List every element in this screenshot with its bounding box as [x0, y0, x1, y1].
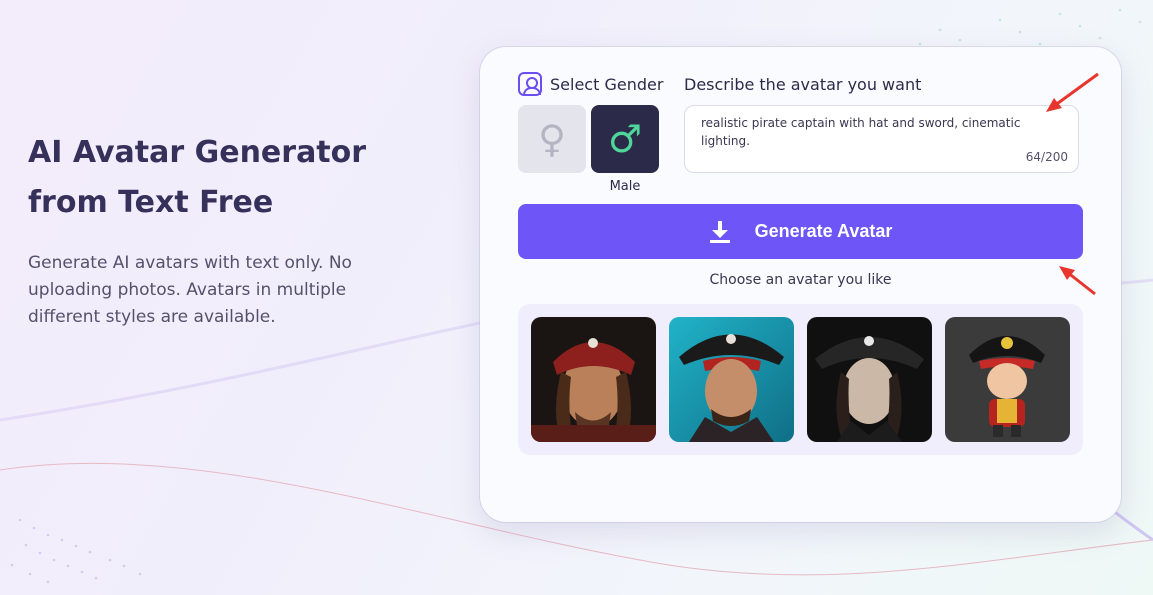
avatar-gallery	[518, 304, 1083, 455]
annotation-arrow-prompt	[1046, 72, 1099, 112]
avatar-option-1[interactable]	[531, 317, 656, 442]
hero-section: AI Avatar Generator from Text Free Gener…	[28, 128, 428, 331]
gender-header: Select Gender	[518, 72, 663, 96]
download-icon	[709, 220, 731, 244]
char-counter: 64/200	[1025, 150, 1068, 164]
avatar-image	[669, 317, 794, 442]
generate-avatar-button[interactable]: Generate Avatar	[518, 204, 1083, 259]
selected-gender-label: Male	[609, 179, 641, 194]
prompt-textarea[interactable]: realistic pirate captain with hat and sw…	[684, 105, 1079, 173]
avatar-option-4[interactable]	[945, 317, 1070, 442]
user-icon	[518, 72, 542, 96]
avatar-image	[531, 317, 656, 442]
annotation-arrow-button	[1059, 266, 1096, 296]
describe-label: Describe the avatar you want	[684, 75, 922, 94]
generate-avatar-label: Generate Avatar	[754, 221, 893, 241]
avatar-option-2[interactable]	[669, 317, 794, 442]
female-icon: ♀	[538, 117, 566, 161]
prompt-text: realistic pirate captain with hat and sw…	[701, 116, 1021, 148]
page-title: AI Avatar Generator from Text Free	[28, 135, 367, 220]
gender-option-female[interactable]: ♀	[518, 105, 586, 173]
gender-option-male[interactable]: ♂	[591, 105, 659, 173]
choose-avatar-label: Choose an avatar you like	[709, 272, 892, 288]
gender-label: Select Gender	[550, 74, 664, 94]
generator-card: Select Gender ♀ ♂ Male Describe the avat…	[480, 47, 1121, 522]
page-description: Generate AI avatars with text only. No u…	[28, 253, 352, 327]
avatar-image	[807, 317, 932, 442]
male-icon: ♂	[607, 117, 643, 161]
avatar-image	[945, 317, 1070, 442]
avatar-option-3[interactable]	[807, 317, 932, 442]
